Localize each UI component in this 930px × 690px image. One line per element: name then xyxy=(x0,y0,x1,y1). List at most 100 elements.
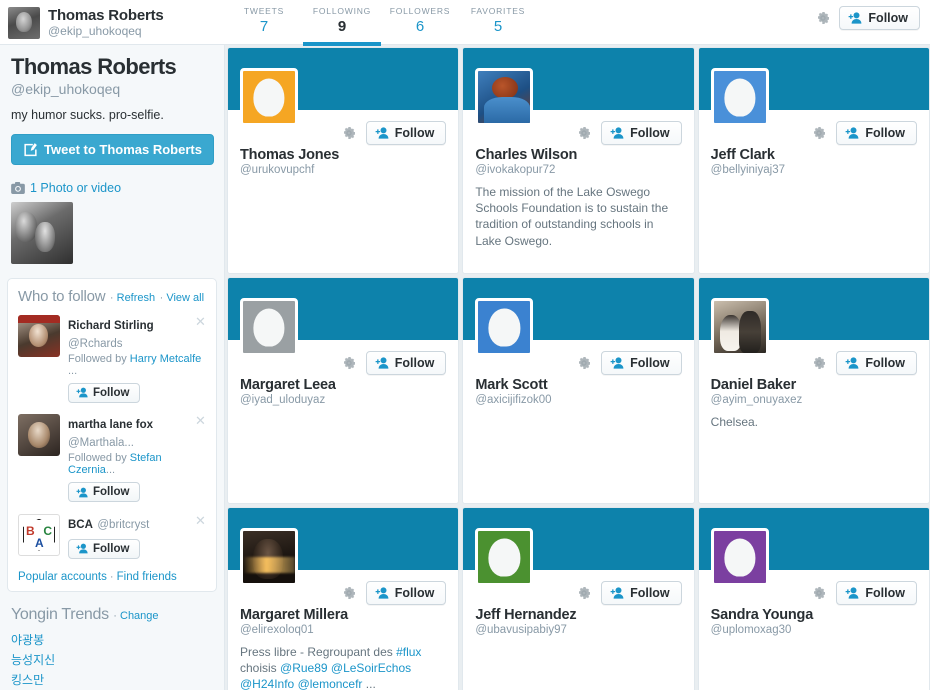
suggestion-handle[interactable]: @britcryst xyxy=(97,519,149,531)
popular-accounts-link[interactable]: Popular accounts xyxy=(18,571,107,583)
card-name[interactable]: Thomas Jones xyxy=(240,147,446,163)
card-handle[interactable]: @iyad_uloduyaz xyxy=(240,394,446,406)
card-avatar[interactable] xyxy=(710,528,769,586)
list-item: Richard Stirling @Rchards Followed by Ha… xyxy=(18,306,206,406)
card-handle[interactable]: @uplomoxag30 xyxy=(711,624,917,636)
profile-card[interactable]: Follow Mark Scott @axicijifizok00 xyxy=(462,277,695,504)
card-avatar[interactable] xyxy=(240,298,298,356)
who-to-follow-refresh[interactable]: Refresh xyxy=(117,292,156,304)
who-to-follow-view-all[interactable]: View all xyxy=(166,292,204,304)
card-follow-button[interactable]: Follow xyxy=(365,351,447,375)
card-handle[interactable]: @bellyiniyaj37 xyxy=(711,164,917,176)
suggestion-name[interactable]: martha lane fox xyxy=(68,419,153,431)
trend-item[interactable]: 야광봉 xyxy=(11,629,212,649)
card-name[interactable]: Margaret Millera xyxy=(240,607,446,623)
gear-icon[interactable] xyxy=(576,125,592,141)
suggestion-context: Followed by Harry Metcalfe ... xyxy=(68,353,206,377)
stat-favorites[interactable]: FAVORITES 5 xyxy=(459,0,537,45)
stat-following[interactable]: FOLLOWING 9 xyxy=(303,0,381,46)
dismiss-icon[interactable]: ✕ xyxy=(195,414,206,427)
bio-link[interactable]: @LeSoirEchos xyxy=(331,661,411,675)
card-handle[interactable]: @axicijifizok00 xyxy=(475,394,681,406)
bio-link[interactable]: @lemoncefr xyxy=(298,677,363,690)
card-handle[interactable]: @urukovupchf xyxy=(240,164,446,176)
card-avatar[interactable] xyxy=(240,68,298,126)
card-avatar[interactable] xyxy=(710,68,769,126)
card-follow-button[interactable]: Follow xyxy=(365,581,447,605)
suggestion-handle[interactable]: @Marthala... xyxy=(68,437,134,449)
profile-card[interactable]: Follow Jeff Clark @bellyiniyaj37 xyxy=(697,47,930,274)
suggestion-info: BCA @britcryst Follow xyxy=(68,514,206,560)
trends-change-link[interactable]: Change xyxy=(120,610,159,622)
suggestion-name[interactable]: Richard Stirling xyxy=(68,320,154,332)
card-follow-button[interactable]: Follow xyxy=(836,351,917,375)
card-handle[interactable]: @elirexoloq01 xyxy=(240,624,446,636)
stat-followers[interactable]: FOLLOWERS 6 xyxy=(381,0,459,45)
gear-icon[interactable] xyxy=(576,355,592,371)
gear-icon[interactable] xyxy=(811,585,827,601)
card-follow-button[interactable]: Follow xyxy=(601,351,682,375)
profile-card[interactable]: Follow Daniel Baker @ayim_onuyaxez Chels… xyxy=(697,277,930,504)
profile-card[interactable]: Follow Charles Wilson @ivokakopur72 The … xyxy=(462,47,695,274)
card-follow-button[interactable]: Follow xyxy=(601,121,682,145)
card-name[interactable]: Charles Wilson xyxy=(475,147,681,163)
gear-icon[interactable] xyxy=(811,355,827,371)
gear-icon[interactable] xyxy=(341,125,357,141)
card-name[interactable]: Daniel Baker xyxy=(711,377,917,393)
bio-link[interactable]: @Rue89 xyxy=(280,661,328,675)
find-friends-link[interactable]: Find friends xyxy=(117,571,177,583)
suggestion-avatar[interactable] xyxy=(18,414,60,457)
trend-item[interactable]: 킹스만 xyxy=(11,669,212,689)
photo-thumbnail[interactable] xyxy=(11,201,73,264)
suggestion-follow-button[interactable]: Follow xyxy=(68,382,141,403)
trends-list: 야광봉 능성지신 킹스만 #자신의 눈캐 초차 과캐 기준 부채춤 #사피_할_… xyxy=(11,629,212,690)
gear-icon[interactable] xyxy=(811,125,827,141)
profile-card[interactable]: Follow Thomas Jones @urukovupchf xyxy=(227,47,460,274)
bio-link[interactable]: @H24Info xyxy=(240,677,294,690)
card-avatar[interactable] xyxy=(475,298,534,356)
card-handle[interactable]: @ubavusipabiy97 xyxy=(475,624,681,636)
card-avatar[interactable] xyxy=(475,68,534,126)
tweet-to-user-button[interactable]: Tweet to Thomas Roberts xyxy=(11,133,214,165)
suggestion-follow-button[interactable]: Follow xyxy=(68,538,141,559)
card-avatar[interactable] xyxy=(240,528,298,586)
card-follow-button[interactable]: Follow xyxy=(836,581,917,605)
card-avatar[interactable] xyxy=(710,298,769,356)
card-name[interactable]: Margaret Leea xyxy=(240,377,446,393)
profile-card[interactable]: Follow Margaret Millera @elirexoloq01 Pr… xyxy=(227,507,460,690)
add-person-icon xyxy=(610,127,624,139)
bio-link[interactable]: #flux xyxy=(396,645,421,659)
follow-button[interactable]: Follow xyxy=(839,6,920,30)
card-follow-button[interactable]: Follow xyxy=(601,581,682,605)
card-name[interactable]: Mark Scott xyxy=(475,377,681,393)
dismiss-icon[interactable]: ✕ xyxy=(195,315,206,328)
dismiss-icon[interactable]: ✕ xyxy=(195,514,206,527)
gear-icon[interactable] xyxy=(815,10,831,26)
card-name[interactable]: Sandra Younga xyxy=(711,607,917,623)
gear-icon[interactable] xyxy=(341,585,357,601)
card-follow-button[interactable]: Follow xyxy=(836,121,917,145)
card-name[interactable]: Jeff Clark xyxy=(711,147,917,163)
suggestion-avatar[interactable]: BCA xyxy=(18,513,60,556)
suggestion-avatar[interactable] xyxy=(18,314,60,357)
avatar[interactable] xyxy=(8,7,40,39)
tweet-to-user-label: Tweet to Thomas Roberts xyxy=(44,141,202,157)
stat-tweets[interactable]: TWEETS 7 xyxy=(225,0,303,45)
profile-card[interactable]: Follow Jeff Hernandez @ubavusipabiy97 xyxy=(462,507,695,690)
trend-item[interactable]: 능성지신 xyxy=(11,649,212,669)
suggestion-handle[interactable]: @Rchards xyxy=(68,338,123,350)
profile-card[interactable]: Follow Sandra Younga @uplomoxag30 xyxy=(697,507,930,690)
topbar-user[interactable]: Thomas Roberts @ekip_uhokoqeq xyxy=(0,0,225,39)
gear-icon[interactable] xyxy=(576,585,592,601)
suggestion-follow-button[interactable]: Follow xyxy=(68,482,141,503)
card-name[interactable]: Jeff Hernandez xyxy=(475,607,681,623)
card-handle[interactable]: @ayim_onuyaxez xyxy=(711,394,917,406)
suggestion-name[interactable]: BCA xyxy=(68,519,93,531)
gear-icon[interactable] xyxy=(341,355,357,371)
card-handle[interactable]: @ivokakopur72 xyxy=(475,164,681,176)
photos-videos-link[interactable]: 1 Photo or video xyxy=(11,181,212,195)
context-link[interactable]: Harry Metcalfe xyxy=(130,353,202,365)
card-follow-button[interactable]: Follow xyxy=(365,121,447,145)
card-avatar[interactable] xyxy=(475,528,534,586)
profile-card[interactable]: Follow Margaret Leea @iyad_uloduyaz xyxy=(227,277,460,504)
